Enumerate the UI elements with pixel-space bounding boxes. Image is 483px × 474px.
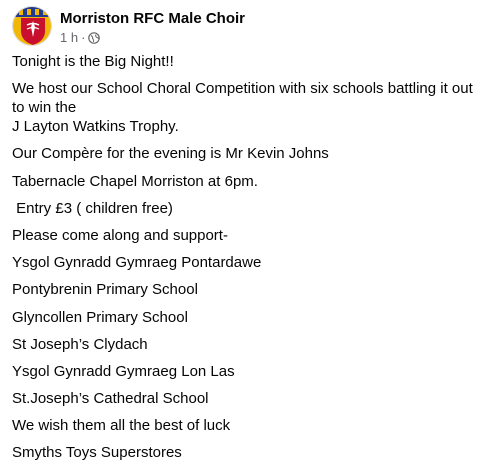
post-text-line: St Joseph’s Clydach <box>12 335 148 353</box>
page-avatar[interactable] <box>12 6 52 46</box>
globe-icon[interactable] <box>88 31 101 44</box>
post-text-line: Glyncollen Primary School <box>12 308 188 326</box>
club-crest-icon <box>13 7 51 45</box>
post-timestamp[interactable]: 1 h <box>60 30 78 45</box>
post-text-line: J Layton Watkins Trophy. <box>12 118 179 136</box>
facebook-post: Morriston RFC Male Choir 1 h · Tonight i… <box>0 0 483 474</box>
post-text-line: Tabernacle Chapel Morriston at 6pm. <box>12 172 258 190</box>
post-text-line: Pontybrenin Primary School <box>12 281 198 299</box>
page-name[interactable]: Morriston RFC Male Choir <box>60 10 245 27</box>
post-text-line: Please come along and support- <box>12 226 228 244</box>
post-text-line: Ysgol Gynradd Gymraeg Lon Las <box>12 362 235 380</box>
post-text-line: We host our School Choral Competition wi… <box>12 80 473 117</box>
post-meta: 1 h · <box>60 30 101 45</box>
post-text-line: We wish them all the best of luck <box>12 417 231 435</box>
post-text-line: Smyths Toys Superstores <box>12 444 182 462</box>
meta-separator: · <box>81 30 86 45</box>
post-text-line: Tonight is the Big Night!! <box>12 53 174 70</box>
post-text-line: Entry £3 ( children free) <box>12 199 173 217</box>
post-header: Morriston RFC Male Choir 1 h · <box>12 6 472 48</box>
post-body: Tonight is the Big Night!! We host our S… <box>12 52 474 471</box>
post-text-line: St.Joseph’s Cathedral School <box>12 390 209 408</box>
post-text-line: Our Compère for the evening is Mr Kevin … <box>12 145 329 163</box>
post-text-line: Ysgol Gynradd Gymraeg Pontardawe <box>12 254 262 272</box>
